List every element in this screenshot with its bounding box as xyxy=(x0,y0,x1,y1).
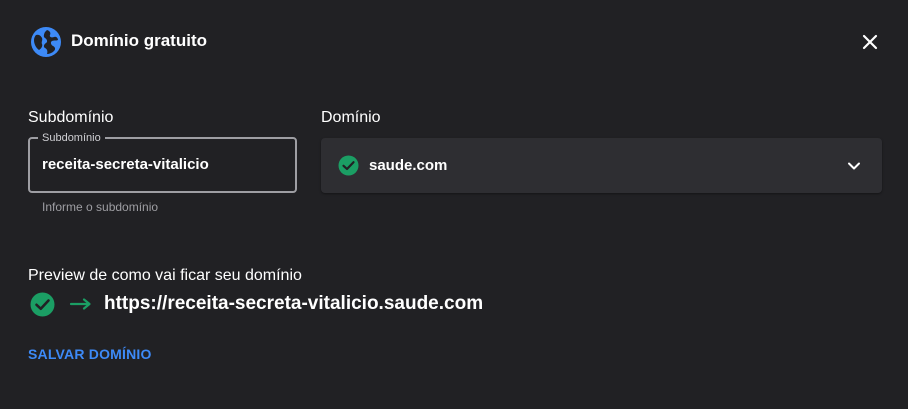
preview-label: Preview de como vai ficar seu domínio xyxy=(28,267,302,284)
dialog-title: Domínio gratuito xyxy=(71,31,207,50)
close-icon xyxy=(862,34,878,50)
subdomain-section-label: Subdomínio xyxy=(28,109,114,126)
globe-icon xyxy=(30,26,62,58)
preview-url: https://receita-secreta-vitalicio.saude.… xyxy=(104,293,484,314)
check-circle-icon xyxy=(338,155,359,176)
domain-select-value: saude.com xyxy=(369,157,448,174)
close-button[interactable] xyxy=(856,28,884,56)
arrow-right-icon xyxy=(69,298,91,310)
subdomain-helper-text: Informe o subdomínio xyxy=(42,200,159,214)
save-domain-button[interactable]: SALVAR DOMÍNIO xyxy=(28,346,152,363)
domain-select[interactable]: saude.com xyxy=(321,138,882,193)
subdomain-field-label: Subdomínio xyxy=(38,131,105,145)
check-circle-icon xyxy=(30,292,55,317)
subdomain-input[interactable] xyxy=(42,156,282,174)
chevron-down-icon xyxy=(848,162,860,170)
domain-section-label: Domínio xyxy=(321,109,381,126)
free-domain-dialog: Domínio gratuito Subdomínio Subdomínio I… xyxy=(0,0,908,409)
subdomain-field[interactable]: Subdomínio xyxy=(28,131,297,193)
